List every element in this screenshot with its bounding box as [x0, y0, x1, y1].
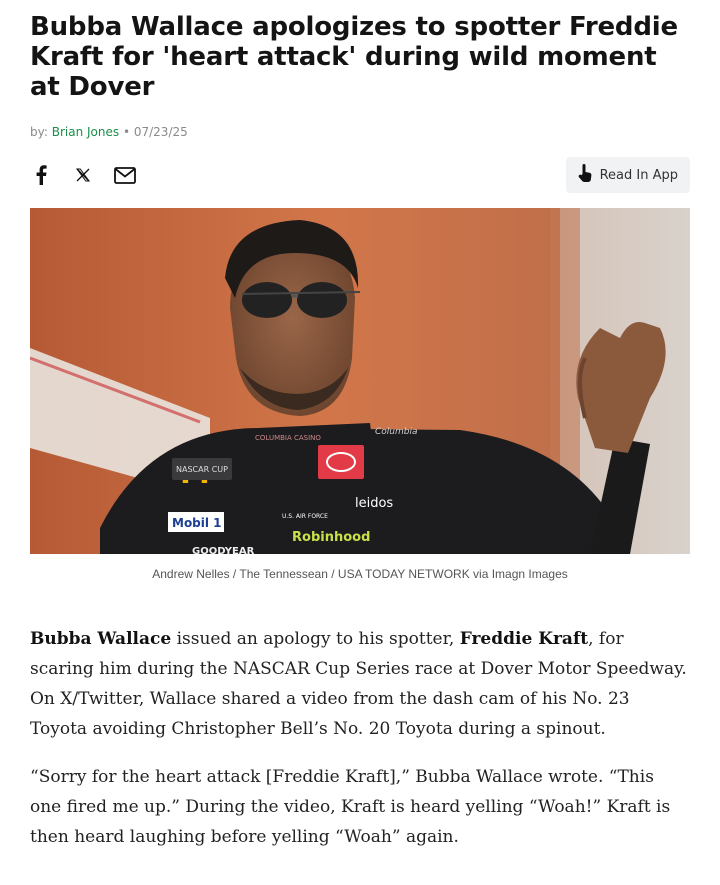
p1-text-1: issued an apology to his spotter,	[171, 629, 460, 649]
author-link[interactable]: Brian Jones	[52, 125, 119, 139]
svg-text:leidos: leidos	[355, 496, 393, 511]
byline: by: Brian Jones • 07/23/25	[30, 124, 690, 140]
svg-text:Columbia: Columbia	[375, 427, 418, 437]
hero-image: M Mobil 1 NASCAR CUP Robinhood leidos U.…	[30, 208, 690, 554]
article: Bubba Wallace apologizes to spotter Fred…	[0, 0, 720, 852]
article-headline: Bubba Wallace apologizes to spotter Fred…	[30, 12, 678, 102]
svg-text:Robinhood: Robinhood	[292, 530, 370, 545]
article-body: Bubba Wallace issued an apology to his s…	[30, 624, 690, 852]
svg-text:GOODYEAR: GOODYEAR	[192, 546, 255, 554]
body-name-bubba: Bubba Wallace	[30, 629, 172, 649]
paragraph-2: “Sorry for the heart attack [Freddie Kra…	[30, 767, 671, 847]
byline-separator: •	[122, 125, 131, 139]
byline-prefix: by:	[30, 125, 48, 139]
publish-date: 07/23/25	[133, 125, 188, 139]
paragraph-1: Bubba Wallace issued an apology to his s…	[30, 624, 690, 744]
tap-hand-icon	[578, 163, 592, 187]
svg-text:Mobil 1: Mobil 1	[172, 516, 222, 530]
x-twitter-icon[interactable]	[72, 163, 94, 187]
body-name-freddie: Freddie Kraft	[459, 629, 589, 649]
read-in-app-button[interactable]: Read In App	[565, 157, 690, 193]
email-icon[interactable]	[114, 163, 136, 187]
share-icons	[30, 163, 156, 187]
image-caption: Andrew Nelles / The Tennessean / USA TOD…	[152, 567, 568, 581]
svg-text:NASCAR CUP: NASCAR CUP	[176, 465, 228, 474]
facebook-icon[interactable]	[30, 163, 52, 187]
svg-text:U.S. AIR FORCE: U.S. AIR FORCE	[282, 513, 328, 520]
read-in-app-label: Read In App	[599, 167, 678, 183]
share-row: Read In App	[30, 157, 690, 193]
svg-text:COLUMBIA CASINO: COLUMBIA CASINO	[255, 434, 321, 442]
